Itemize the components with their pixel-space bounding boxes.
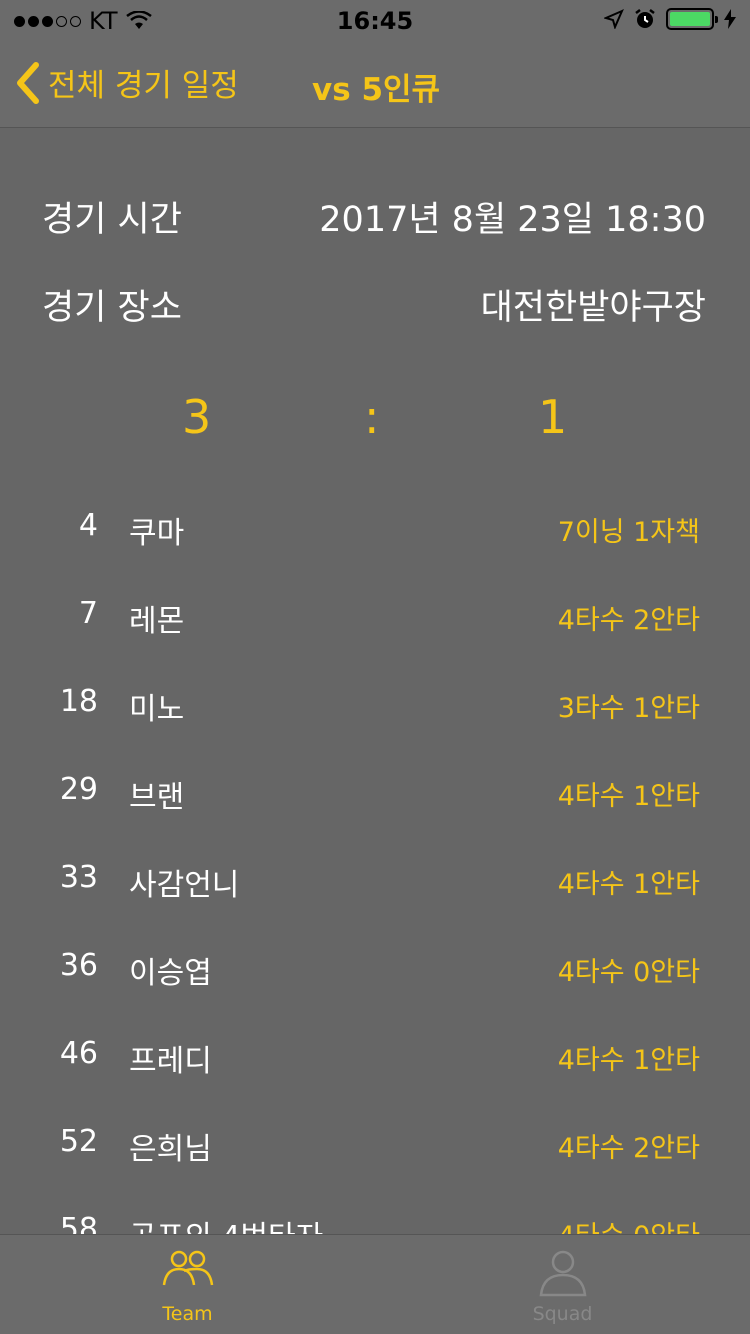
team-icon xyxy=(162,1250,214,1286)
list-item[interactable]: 36 이승엽 4타수 0안타 xyxy=(0,922,750,1010)
player-name: 미노 xyxy=(129,692,185,727)
page-title: vs 5인큐 xyxy=(312,72,441,108)
player-name: 은희님 xyxy=(129,1132,212,1167)
away-score: 1 xyxy=(538,390,568,444)
chevron-left-icon xyxy=(17,61,39,104)
charging-bolt-icon xyxy=(724,9,736,29)
player-number: 36 xyxy=(59,948,98,983)
back-label: 전체 경기 일정 xyxy=(48,68,239,104)
player-number: 58 xyxy=(59,1212,98,1234)
tab-team[interactable]: Team xyxy=(0,1235,375,1334)
player-name: 프레디 xyxy=(129,1044,212,1079)
match-info: 경기 시간 2017년 8월 23일 18:30 경기 장소 대전한밭야구장 xyxy=(42,172,706,348)
tab-squad[interactable]: Squad xyxy=(375,1235,750,1334)
match-time-row: 경기 시간 2017년 8월 23일 18:30 xyxy=(42,172,706,260)
navigation-bar: 전체 경기 일정 vs 5인큐 xyxy=(0,40,750,128)
player-name: 쿠마 xyxy=(129,516,185,551)
player-stat: 4타수 0안타 xyxy=(558,1214,700,1234)
match-time-value: 2017년 8월 23일 18:30 xyxy=(319,199,706,240)
match-place-value: 대전한밭야구장 xyxy=(480,287,706,328)
back-button[interactable]: 전체 경기 일정 xyxy=(14,60,239,105)
player-list[interactable]: 4 쿠마 7이닝 1자책 7 레몬 4타수 2안타 18 미노 3타수 1안타 … xyxy=(0,482,750,1234)
squad-icon xyxy=(539,1250,587,1297)
list-item[interactable]: 7 레몬 4타수 2안타 xyxy=(0,570,750,658)
player-stat: 4타수 1안타 xyxy=(557,781,700,812)
match-time-label: 경기 시간 xyxy=(42,199,182,240)
player-name: 공포의 4번타자 xyxy=(129,1212,323,1234)
player-number: 7 xyxy=(78,596,98,631)
player-stat: 4타수 1안타 xyxy=(557,1045,700,1076)
player-name: 사감언니 xyxy=(129,868,240,903)
score-separator: : xyxy=(364,390,380,444)
location-arrow-icon xyxy=(604,9,624,29)
alarm-icon xyxy=(635,9,655,28)
player-name: 레몬 xyxy=(129,604,185,639)
player-number: 46 xyxy=(59,1036,98,1071)
list-item[interactable]: 33 사감언니 4타수 1안타 xyxy=(0,834,750,922)
player-number: 4 xyxy=(78,508,98,543)
home-score: 3 xyxy=(182,390,212,444)
player-stat: 4타수 2안타 xyxy=(557,1133,700,1164)
battery-icon xyxy=(666,8,718,30)
list-item[interactable]: 52 은희님 4타수 2안타 xyxy=(0,1098,750,1186)
player-number: 33 xyxy=(59,860,98,895)
tab-bar: Team Squad xyxy=(0,1234,750,1334)
list-item[interactable]: 46 프레디 4타수 1안타 xyxy=(0,1010,750,1098)
player-stat: 3타수 1안타 xyxy=(557,693,700,724)
player-stat: 4타수 1안타 xyxy=(557,869,700,900)
status-bar: KT 16:45 xyxy=(0,0,750,40)
player-stat: 4타수 2안타 xyxy=(557,605,700,636)
player-number: 52 xyxy=(59,1124,98,1159)
tab-team-label: Team xyxy=(162,1303,213,1325)
player-number: 29 xyxy=(59,772,98,807)
match-place-label: 경기 장소 xyxy=(42,287,182,328)
list-item[interactable]: 29 브랜 4타수 1안타 xyxy=(0,746,750,834)
scoreboard: 3 : 1 xyxy=(0,390,750,460)
list-item[interactable]: 18 미노 3타수 1안타 xyxy=(0,658,750,746)
player-stat: 4타수 0안타 xyxy=(557,957,700,988)
status-right xyxy=(604,8,736,30)
player-name: 이승엽 xyxy=(129,956,212,991)
player-name: 브랜 xyxy=(129,780,185,815)
tab-squad-label: Squad xyxy=(532,1303,593,1325)
player-stat: 7이닝 1자책 xyxy=(557,517,700,548)
match-place-row: 경기 장소 대전한밭야구장 xyxy=(42,260,706,348)
list-item[interactable]: 58 공포의 4번타자 4타수 0안타 xyxy=(0,1186,750,1234)
list-item[interactable]: 4 쿠마 7이닝 1자책 xyxy=(0,482,750,570)
player-number: 18 xyxy=(59,684,98,719)
